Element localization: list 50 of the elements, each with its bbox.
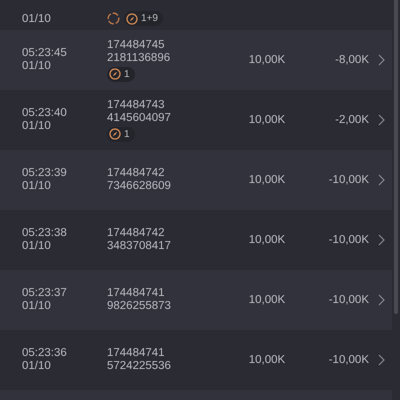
result-amount: -10,00K [328,354,369,366]
date-text: 01/10 [22,180,51,194]
result-amount: -2,00K [334,114,369,126]
chevron-right-icon[interactable] [378,174,385,186]
spinner-icon [107,12,120,25]
round-id: 9826255873 [107,300,171,314]
result-amount: -10,00K [328,294,369,306]
chevron-right-icon[interactable] [378,114,385,126]
badge-count: 1 [124,68,130,80]
round-id: 4145604097 [107,112,171,126]
time-text: 05:23:39 [22,166,67,180]
round-id: 3483708417 [107,240,171,254]
bet-amount: 10,00K [248,174,286,186]
round-id: 174484742 [107,226,165,240]
bet-amount: 10,00K [248,354,286,366]
bet-amount: 10,00K [248,114,286,126]
round-id: 174484745 [107,38,165,52]
bet-amount: 10,00K [248,294,286,306]
chevron-right-icon[interactable] [378,54,385,66]
date-text: 01/10 [22,300,51,314]
round-id: 174484742 [107,166,165,180]
time-text: 05:23:38 [22,226,67,240]
result-amount: -8,00K [334,54,369,66]
compass-icon [126,12,138,24]
compass-icon [109,68,121,80]
round-id: 2181136896 [107,52,170,66]
round-id: 174484741 [107,286,165,300]
date-text: 01/10 [22,360,51,374]
bet-amount: 10,00K [248,234,286,246]
date-text: 01/10 [22,60,51,74]
result-amount: -10,00K [328,174,369,186]
time-text: 05:23:40 [22,106,67,120]
badge-count: 1 [124,128,130,140]
badge-count: 1+9 [141,13,158,24]
time-text: 05:23:37 [22,286,67,300]
date-text: 01/10 [22,120,51,134]
result-amount: -10,00K [328,234,369,246]
chevron-right-icon[interactable] [378,294,385,306]
round-id: 5724225536 [107,360,171,374]
bet-amount: 10,00K [248,54,286,66]
round-id: 7346628609 [107,180,171,194]
time-text: 05:23:36 [22,346,67,360]
date-text: 01/10 [22,12,51,26]
time-text: 05:23:45 [22,46,67,60]
date-text: 01/10 [22,240,51,254]
compass-icon [109,128,121,140]
round-id: 174484741 [107,346,165,360]
round-id: 174484743 [107,98,165,112]
chevron-right-icon[interactable] [378,234,385,246]
chevron-right-icon[interactable] [378,354,385,366]
